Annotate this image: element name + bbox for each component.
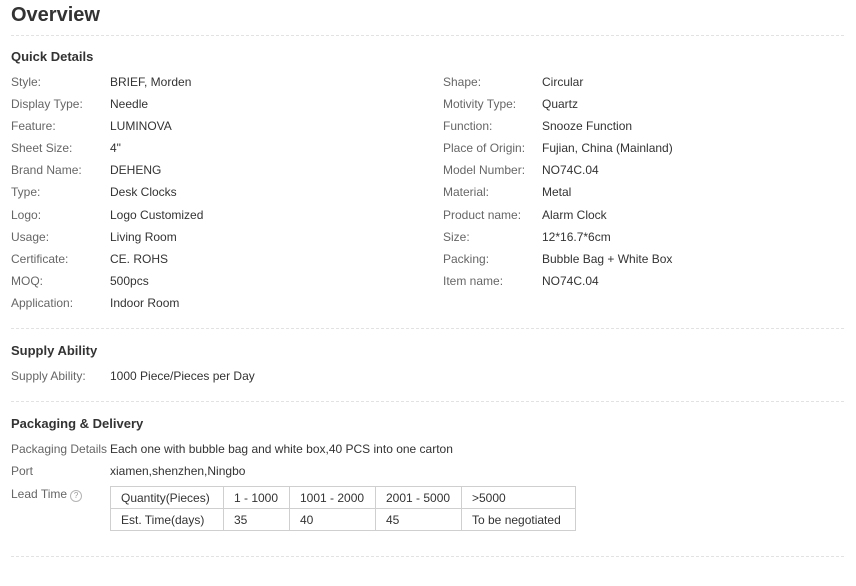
detail-value: DEHENG bbox=[110, 163, 162, 177]
detail-value: NO74C.04 bbox=[542, 274, 599, 288]
detail-label: Logo: bbox=[11, 208, 42, 222]
detail-label: Function: bbox=[443, 119, 493, 133]
detail-value: CE. ROHS bbox=[110, 252, 169, 266]
divider bbox=[11, 35, 844, 36]
detail-label: Shape: bbox=[443, 75, 482, 89]
table-cell: To be negotiated bbox=[461, 508, 576, 531]
divider bbox=[11, 401, 844, 402]
detail-label: Brand Name: bbox=[11, 163, 82, 177]
detail-value: Metal bbox=[542, 185, 572, 199]
port-label: Port bbox=[11, 464, 34, 478]
detail-label: Product name: bbox=[443, 208, 522, 222]
detail-value: Logo Customized bbox=[110, 208, 204, 222]
quick-details-heading: Quick Details bbox=[11, 49, 94, 64]
table-cell: 1001 - 2000 bbox=[289, 486, 376, 509]
packaging-details-label: Packaging Details bbox=[11, 442, 108, 456]
detail-value: 12*16.7*6cm bbox=[542, 230, 611, 244]
detail-label: Place of Origin: bbox=[443, 141, 526, 155]
supply-ability-label: Supply Ability: bbox=[11, 369, 86, 383]
detail-label: Item name: bbox=[443, 274, 504, 288]
detail-value: Living Room bbox=[110, 230, 177, 244]
detail-value: Desk Clocks bbox=[110, 185, 177, 199]
table-cell: Quantity(Pieces) bbox=[110, 486, 224, 509]
table-cell: 2001 - 5000 bbox=[375, 486, 462, 509]
product-overview-page: Overview Quick Details Style: BRIEF, Mor… bbox=[0, 0, 856, 586]
page-title: Overview bbox=[11, 4, 100, 26]
detail-value: 4" bbox=[110, 141, 121, 155]
detail-label: Display Type: bbox=[11, 97, 83, 111]
packaging-details-value: Each one with bubble bag and white box,4… bbox=[110, 442, 453, 456]
detail-label: Model Number: bbox=[443, 163, 526, 177]
table-cell: 35 bbox=[223, 508, 290, 531]
detail-value: NO74C.04 bbox=[542, 163, 599, 177]
detail-value: Fujian, China (Mainland) bbox=[542, 141, 673, 155]
detail-value: Circular bbox=[542, 75, 584, 89]
detail-label: Packing: bbox=[443, 252, 490, 266]
detail-value: Indoor Room bbox=[110, 296, 180, 310]
table-row: Quantity(Pieces) 1 - 1000 1001 - 2000 20… bbox=[110, 486, 576, 509]
detail-label: Feature: bbox=[11, 119, 56, 133]
table-cell: Est. Time(days) bbox=[110, 508, 224, 531]
detail-value: BRIEF, Morden bbox=[110, 75, 192, 89]
detail-label: Application: bbox=[11, 296, 74, 310]
supply-ability-value: 1000 Piece/Pieces per Day bbox=[110, 369, 255, 383]
lead-time-table: Quantity(Pieces) 1 - 1000 1001 - 2000 20… bbox=[110, 486, 576, 531]
divider bbox=[11, 556, 844, 557]
table-cell: 1 - 1000 bbox=[223, 486, 290, 509]
lead-time-label-wrap: Lead Time? bbox=[11, 486, 83, 502]
table-cell: >5000 bbox=[461, 486, 576, 509]
detail-value: Needle bbox=[110, 97, 149, 111]
divider bbox=[11, 328, 844, 329]
table-cell: 40 bbox=[289, 508, 376, 531]
detail-value: 500pcs bbox=[110, 274, 149, 288]
detail-value: LUMINOVA bbox=[110, 119, 172, 133]
detail-label: Motivity Type: bbox=[443, 97, 517, 111]
help-icon[interactable]: ? bbox=[70, 490, 83, 502]
lead-time-label: Lead Time bbox=[11, 487, 68, 501]
detail-label: Material: bbox=[443, 185, 490, 199]
table-row: Est. Time(days) 35 40 45 To be negotiate… bbox=[110, 508, 576, 531]
port-value: xiamen,shenzhen,Ningbo bbox=[110, 464, 246, 478]
detail-label: Size: bbox=[443, 230, 470, 244]
packaging-delivery-heading: Packaging & Delivery bbox=[11, 416, 144, 431]
detail-value: Alarm Clock bbox=[542, 208, 607, 222]
detail-value: Snooze Function bbox=[542, 119, 633, 133]
detail-label: Usage: bbox=[11, 230, 50, 244]
detail-label: Certificate: bbox=[11, 252, 69, 266]
detail-value: Quartz bbox=[542, 97, 579, 111]
detail-label: Style: bbox=[11, 75, 42, 89]
detail-label: Type: bbox=[11, 185, 41, 199]
supply-ability-heading: Supply Ability bbox=[11, 343, 98, 358]
detail-label: MOQ: bbox=[11, 274, 43, 288]
table-cell: 45 bbox=[375, 508, 462, 531]
detail-value: Bubble Bag + White Box bbox=[542, 252, 673, 266]
detail-label: Sheet Size: bbox=[11, 141, 73, 155]
